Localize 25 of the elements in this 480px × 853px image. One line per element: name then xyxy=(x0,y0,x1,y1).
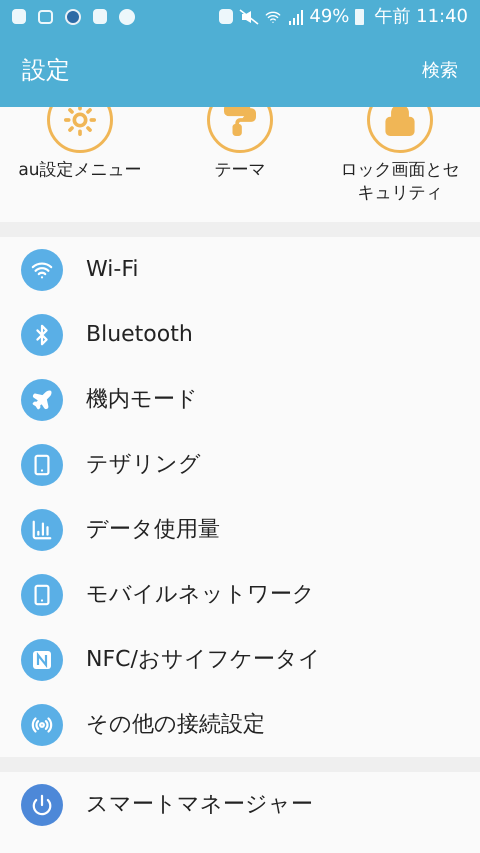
bar-chart-icon xyxy=(31,518,53,540)
settings-item[interactable]: データ使用量 xyxy=(0,497,480,562)
settings-item[interactable]: その他の接続設定 xyxy=(0,692,480,757)
clock: 午前 11:40 xyxy=(374,5,468,29)
settings-item[interactable]: Bluetooth xyxy=(0,302,480,367)
settings-item[interactable]: テザリング xyxy=(0,432,480,497)
mute-icon xyxy=(239,8,260,24)
battery-percent: 49% xyxy=(309,5,350,29)
nfc-icon xyxy=(31,648,53,670)
shortcut-item[interactable]: テーマ xyxy=(160,107,320,205)
shortcut-item[interactable]: au設定メニュー xyxy=(0,107,160,205)
battery-icon xyxy=(355,8,364,24)
settings-item[interactable]: 機内モード xyxy=(0,367,480,432)
page-title: 設定 xyxy=(22,55,70,86)
wifi-status-icon xyxy=(265,8,282,24)
shortcut-item[interactable]: ロック画面とセキュリティ xyxy=(320,107,480,205)
airplane-icon xyxy=(31,388,53,410)
settings-item[interactable]: スマートマネージャー xyxy=(0,772,480,837)
settings-item[interactable]: Wi-Fi xyxy=(0,237,480,302)
settings-item[interactable]: モバイルネットワーク xyxy=(0,562,480,627)
power-icon xyxy=(31,794,53,816)
signal-icon xyxy=(287,8,304,24)
sun-icon xyxy=(63,107,97,137)
gallery-icon xyxy=(38,10,53,24)
settings-item[interactable]: NFC/おサイフケータイ xyxy=(0,627,480,692)
